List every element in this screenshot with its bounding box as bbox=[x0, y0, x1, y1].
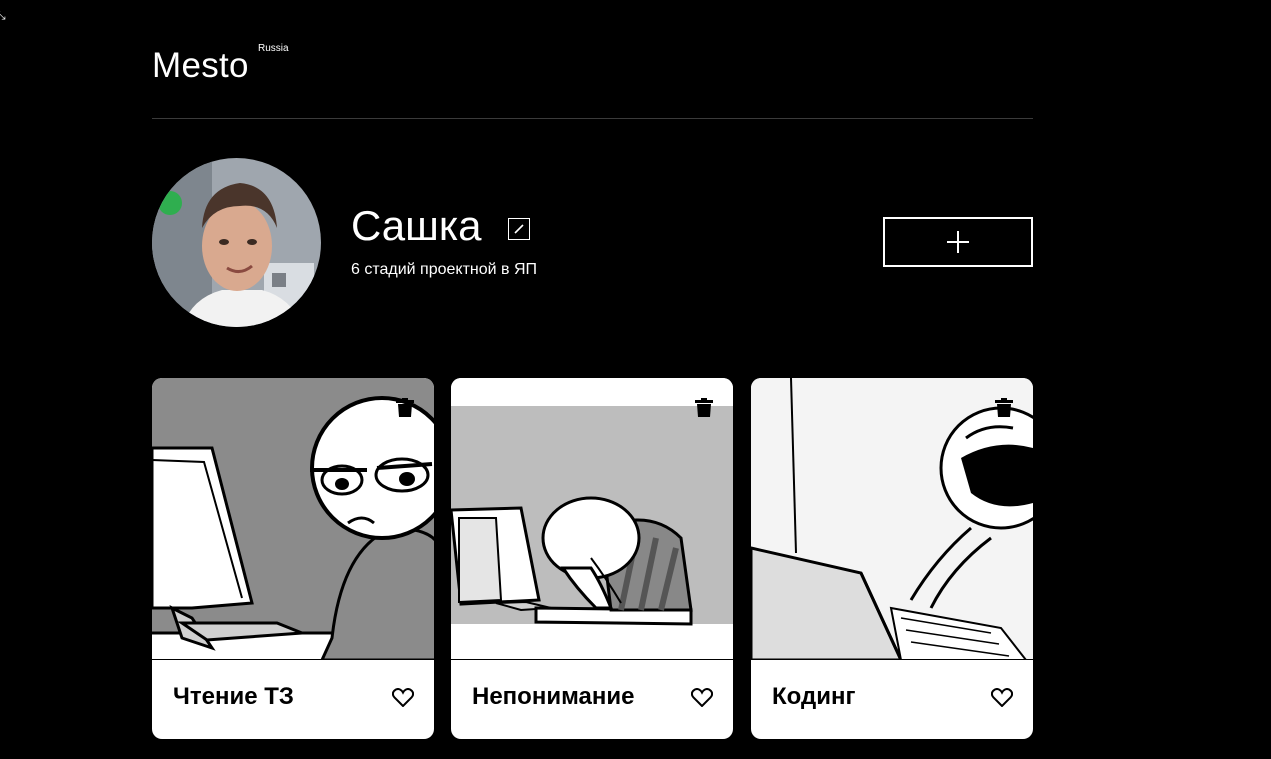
card: Чтение ТЗ bbox=[152, 378, 434, 739]
corner-glyph: ⤡ bbox=[0, 8, 6, 22]
plus-icon bbox=[947, 231, 969, 253]
profile-section: Сашка 6 стадий проектной в ЯП bbox=[152, 158, 1033, 328]
card-image[interactable] bbox=[751, 378, 1033, 660]
edit-profile-button[interactable] bbox=[508, 218, 530, 240]
add-card-button[interactable] bbox=[883, 217, 1033, 267]
trash-icon[interactable] bbox=[695, 398, 713, 417]
heart-outline-icon[interactable] bbox=[392, 688, 414, 707]
trash-icon[interactable] bbox=[396, 398, 414, 417]
pencil-icon bbox=[514, 224, 524, 234]
profile-about: 6 стадий проектной в ЯП bbox=[351, 261, 538, 278]
card: Кодинг bbox=[751, 378, 1033, 739]
card: Непонимание bbox=[451, 378, 733, 739]
cards-grid: Чтение ТЗ Непонимание Кодинг bbox=[152, 378, 1033, 739]
card-image[interactable] bbox=[451, 378, 733, 660]
avatar[interactable] bbox=[152, 158, 321, 327]
logo[interactable]: Mesto bbox=[152, 46, 249, 86]
card-image[interactable] bbox=[152, 378, 434, 660]
profile-name: Сашка bbox=[351, 202, 482, 249]
card-title: Кодинг bbox=[772, 683, 856, 710]
site-header: Mesto Russia bbox=[152, 40, 1033, 119]
trash-icon[interactable] bbox=[995, 398, 1013, 417]
heart-outline-icon[interactable] bbox=[991, 688, 1013, 707]
card-title: Чтение ТЗ bbox=[173, 683, 294, 710]
logo-superscript: Russia bbox=[258, 43, 289, 54]
heart-outline-icon[interactable] bbox=[691, 688, 713, 707]
card-title: Непонимание bbox=[472, 683, 635, 710]
